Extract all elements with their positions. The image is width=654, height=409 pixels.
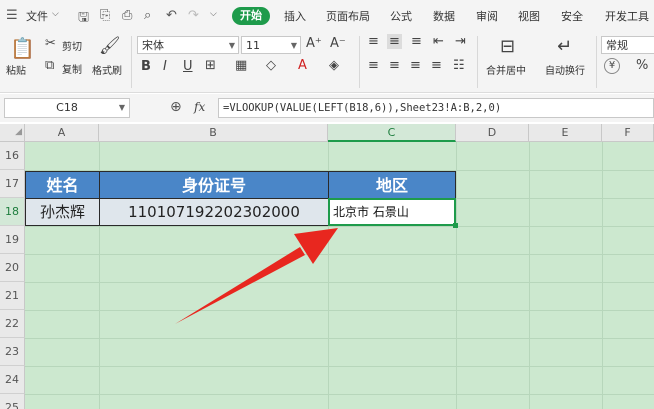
paste-icon[interactable]: 📋 xyxy=(10,36,35,60)
align-right-icon[interactable]: ≡ xyxy=(410,58,421,73)
copy-icon[interactable]: ⧉ xyxy=(45,58,54,73)
file-menu[interactable]: 文件 xyxy=(26,8,48,24)
bold-icon[interactable]: B xyxy=(141,59,151,74)
align-top-icon[interactable]: ≡ xyxy=(368,34,379,49)
ribbon-divider xyxy=(131,36,132,88)
save-icon[interactable]: 🖫 xyxy=(78,8,89,30)
font-name-select[interactable]: 宋体 ▼ xyxy=(137,36,239,54)
border-icon[interactable]: ⊞ xyxy=(205,58,216,73)
justify-icon[interactable]: ≡ xyxy=(431,58,442,73)
font-name-value: 宋体 xyxy=(142,39,164,52)
arrow-head xyxy=(294,228,338,264)
align-center-icon[interactable]: ≡ xyxy=(389,58,400,73)
tab-developer[interactable]: 开发工具 xyxy=(605,8,649,24)
tab-data[interactable]: 数据 xyxy=(433,8,455,24)
cell-reference: C18 xyxy=(56,101,78,114)
align-middle-icon[interactable]: ≡ xyxy=(387,34,402,49)
export-icon[interactable]: ⎘ xyxy=(100,8,110,23)
ribbon-divider xyxy=(477,36,478,88)
wrap-text-button[interactable]: 自动换行 xyxy=(545,62,585,77)
customize-icon[interactable]: ⌵ xyxy=(210,9,217,19)
align-left-icon[interactable]: ≡ xyxy=(368,58,379,73)
chevron-down-icon: ▼ xyxy=(290,41,297,50)
italic-icon[interactable]: I xyxy=(163,59,167,74)
distribute-icon[interactable]: ☷ xyxy=(453,58,465,73)
menu-bar: ☰ 文件 ⌵ 🖫 ⎘ ⎙ ⌕ ↶ ↷ ⌵ 开始 插入 页面布局 公式 数据 审阅… xyxy=(0,0,654,32)
align-bottom-icon[interactable]: ≡ xyxy=(411,34,422,49)
tab-review[interactable]: 审阅 xyxy=(476,8,498,24)
chevron-down-icon: ▼ xyxy=(228,41,235,50)
cut-button[interactable]: 剪切 xyxy=(62,38,82,53)
percent-button[interactable]: % xyxy=(636,58,648,73)
ribbon-divider xyxy=(596,36,597,88)
tab-view[interactable]: 视图 xyxy=(518,8,540,24)
number-format-select[interactable]: 常规 xyxy=(601,36,654,54)
arrow-shaft xyxy=(175,247,305,324)
print-icon[interactable]: ⎙ xyxy=(122,8,132,23)
fill-color-icon[interactable]: ◇ xyxy=(266,58,276,73)
indent-increase-icon[interactable]: ⇥ xyxy=(455,34,466,49)
formula-input[interactable]: =VLOOKUP(VALUE(LEFT(B18,6)),Sheet23!A:B,… xyxy=(218,98,654,118)
decrease-font-icon[interactable]: A⁻ xyxy=(330,36,346,51)
increase-font-icon[interactable]: A⁺ xyxy=(306,36,322,51)
merge-center-icon[interactable]: ⊟ xyxy=(500,36,515,57)
chevron-down-icon[interactable]: ⌵ xyxy=(52,9,59,19)
scissors-icon[interactable]: ✂ xyxy=(45,36,56,51)
tab-page-layout[interactable]: 页面布局 xyxy=(326,8,370,24)
hamburger-icon[interactable]: ☰ xyxy=(6,8,18,23)
annotation-arrow xyxy=(175,228,338,324)
chevron-down-icon: ▼ xyxy=(118,103,125,112)
tab-formulas[interactable]: 公式 xyxy=(390,8,412,24)
ribbon: 📋 粘贴 ✂ 剪切 ⧉ 复制 🖌 格式刷 宋体 ▼ 11 ▼ A⁺ A⁻ B I… xyxy=(0,32,654,93)
paste-button[interactable]: 粘贴 xyxy=(6,62,26,77)
currency-button[interactable]: ¥ xyxy=(604,58,620,74)
underline-icon[interactable]: U xyxy=(183,59,193,74)
tab-insert[interactable]: 插入 xyxy=(284,8,306,24)
formula-bar: C18 ▼ ⊕ fx =VLOOKUP(VALUE(LEFT(B18,6)),S… xyxy=(0,94,654,122)
font-size-value: 11 xyxy=(246,39,260,52)
print-preview-icon[interactable]: ⌕ xyxy=(144,8,151,23)
tab-security[interactable]: 安全 xyxy=(561,8,583,24)
ribbon-divider xyxy=(359,36,360,88)
zoom-icon[interactable]: ⊕ xyxy=(170,99,182,115)
indent-decrease-icon[interactable]: ⇤ xyxy=(433,34,444,49)
wrap-text-icon[interactable]: ↵ xyxy=(557,36,572,57)
clear-format-icon[interactable]: ◈ xyxy=(329,58,339,73)
number-format-value: 常规 xyxy=(606,39,628,52)
tab-home[interactable]: 开始 xyxy=(232,7,270,25)
font-color-icon[interactable]: A xyxy=(298,58,307,73)
redo-icon[interactable]: ↷ xyxy=(188,8,199,23)
spreadsheet-grid[interactable]: ◢ A B C D E F 16 17 18 19 20 21 22 23 24… xyxy=(0,124,654,409)
fx-button[interactable]: fx xyxy=(194,100,205,114)
format-painter-button[interactable]: 格式刷 xyxy=(92,62,122,77)
format-painter-icon[interactable]: 🖌 xyxy=(99,36,121,56)
font-size-select[interactable]: 11 ▼ xyxy=(241,36,301,54)
merge-center-button[interactable]: 合并居中 xyxy=(486,62,526,77)
fill-style-icon[interactable]: ▦ xyxy=(235,58,247,73)
name-box[interactable]: C18 ▼ xyxy=(4,98,130,118)
copy-button[interactable]: 复制 xyxy=(62,61,82,76)
undo-icon[interactable]: ↶ xyxy=(166,8,177,23)
